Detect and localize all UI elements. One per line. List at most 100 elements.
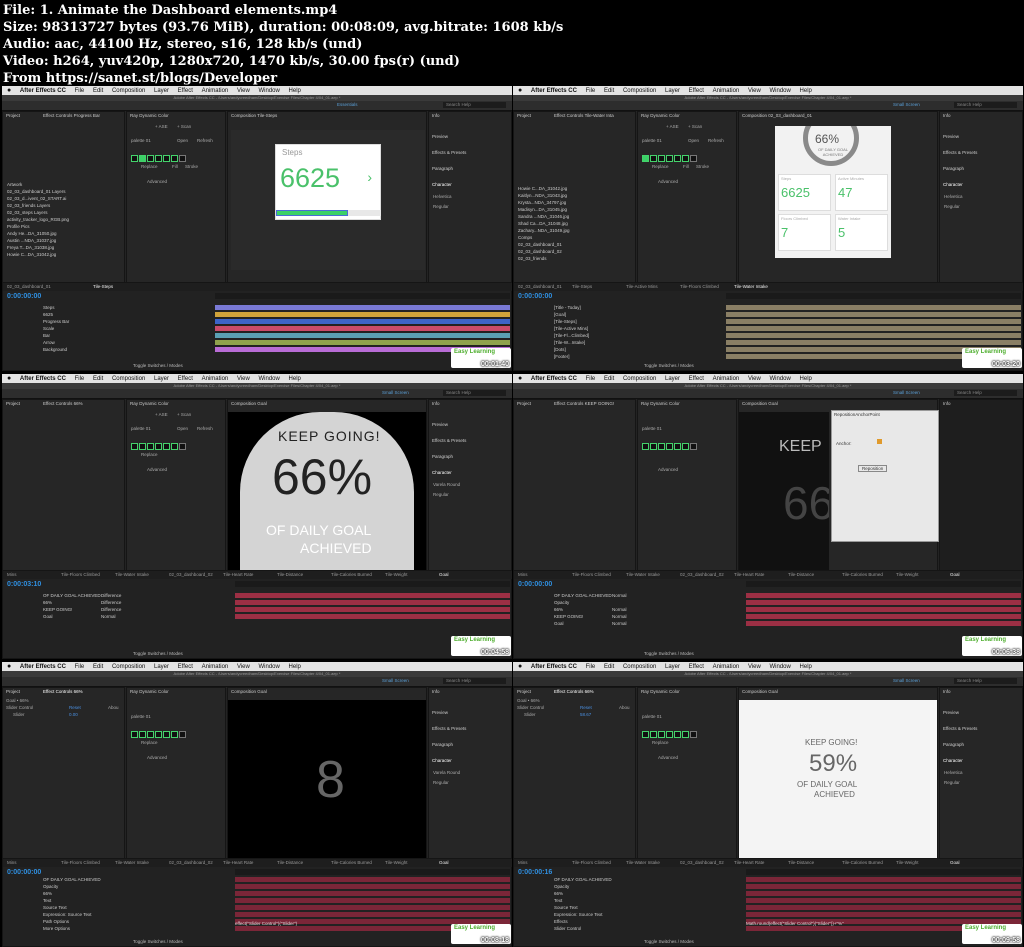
layer-row[interactable]: [Title - Today] (554, 305, 581, 311)
paragraph-tab[interactable]: Paragraph (943, 166, 964, 171)
search-help-input[interactable]: Search Help (954, 678, 1017, 684)
info-tab[interactable]: Info (943, 113, 951, 118)
time-ruler[interactable] (235, 869, 510, 875)
advanced-toggle[interactable]: Advanced (147, 467, 167, 472)
project-tab[interactable]: Project (6, 113, 20, 118)
timeline-tab[interactable]: Mins (518, 860, 528, 865)
timeline-tab[interactable]: Mins (7, 572, 17, 577)
apple-icon[interactable]: ● (518, 86, 522, 95)
timeline-tab[interactable]: 02_03_dashboard_02 (169, 572, 213, 577)
timeline-tab[interactable]: Tile-Weight (896, 572, 919, 577)
blend-mode-select[interactable]: Difference (101, 607, 121, 613)
layer-track[interactable] (746, 607, 1021, 612)
project-item[interactable]: Austin ...NDA_31037.jpg (7, 238, 56, 244)
timeline-tab[interactable]: Tile-Weight (385, 572, 408, 577)
timeline-tab[interactable]: Goal (439, 572, 449, 577)
workspace-small-screen[interactable]: Small Screen (382, 390, 409, 395)
blend-mode-select[interactable]: Difference (101, 593, 121, 599)
info-tab[interactable]: Info (432, 113, 440, 118)
palette-select[interactable]: palette 01 (642, 714, 662, 719)
timeline-timecode[interactable]: 0:00:00:00 (7, 293, 41, 300)
palette-swatches[interactable] (131, 149, 187, 167)
layer-row[interactable]: Expression: Source Text (554, 912, 602, 918)
reposition-button[interactable]: Reposition (858, 465, 888, 472)
layer-row[interactable]: Arrow (43, 340, 55, 346)
search-help-input[interactable]: Search Help (443, 102, 506, 108)
layer-track[interactable] (235, 607, 510, 612)
layer-row[interactable]: [Tile-W...Intake] (554, 340, 585, 346)
apple-icon[interactable]: ● (518, 662, 522, 671)
anchor-grid[interactable] (862, 425, 896, 459)
effects-presets-tab[interactable]: Effects & Presets (943, 726, 977, 731)
layer-row[interactable]: OF DAILY GOAL ACHIEVED (554, 877, 612, 883)
keep-going-text[interactable]: KEEP GOING! (278, 428, 381, 444)
palette-swatches[interactable] (131, 437, 187, 455)
project-tab[interactable]: Project (517, 401, 531, 406)
goal-comp[interactable]: KEEP 66 (739, 412, 829, 570)
fx-about-link[interactable]: Abou (108, 705, 119, 710)
timeline-tab[interactable]: Tile-Water Intake (115, 860, 149, 865)
timeline-tab[interactable]: Tile-Floors Climbed (680, 284, 719, 289)
project-item[interactable]: Howie C...DA_31042.jpg (7, 252, 56, 258)
advanced-toggle[interactable]: Advanced (658, 179, 678, 184)
refresh-button[interactable]: Refresh (708, 138, 724, 143)
project-item[interactable]: Profile Pics (7, 224, 30, 230)
project-item[interactable]: 02_03_dashboard_02 (518, 249, 562, 255)
timeline-tab[interactable]: Tile-Floors Climbed (572, 860, 611, 865)
layer-row[interactable]: Goal (43, 614, 53, 620)
project-item[interactable]: Artwork (7, 182, 22, 188)
font-select[interactable]: Varela Round (433, 770, 460, 775)
advanced-toggle[interactable]: Advanced (658, 467, 678, 472)
layer-row[interactable]: Opacity (554, 600, 569, 606)
layer-track[interactable] (746, 614, 1021, 619)
project-item[interactable]: Freya T...DA_31038.jpg (7, 245, 54, 251)
refresh-button[interactable]: Refresh (197, 138, 213, 143)
blend-mode-select[interactable]: Normal (612, 614, 627, 620)
character-tab[interactable]: Character (432, 470, 452, 475)
ray-panel-tab[interactable]: Ray Dynamic Color (641, 113, 680, 118)
timeline-timecode[interactable]: 0:00:00:00 (7, 869, 41, 876)
timeline-tab[interactable]: 02_03_dashboard_02 (680, 860, 724, 865)
preview-tab[interactable]: Preview (432, 710, 448, 715)
fx-slider-value[interactable]: 58.67 (580, 712, 591, 717)
layer-row[interactable]: [Footer] (554, 354, 570, 360)
ray-panel-tab[interactable]: Ray Dynamic Color (641, 689, 680, 694)
layer-row[interactable]: OF DAILY GOAL ACHIEVED (43, 593, 101, 599)
font-style-select[interactable]: Regular (944, 204, 960, 209)
layer-track[interactable] (726, 333, 1021, 338)
paragraph-tab[interactable]: Paragraph (432, 166, 453, 171)
achieved-text[interactable]: ACHIEVED (814, 790, 855, 799)
layer-row[interactable]: [Tile-Steps] (554, 319, 577, 325)
layer-row[interactable]: 6625 (43, 312, 53, 318)
timeline-tab[interactable]: Goal (950, 572, 960, 577)
paragraph-tab[interactable]: Paragraph (943, 742, 964, 747)
replace-button[interactable]: Replace (141, 164, 158, 169)
layer-row[interactable]: KEEP GOING! (43, 607, 72, 613)
open-button[interactable]: Open (177, 426, 188, 431)
layer-track[interactable] (235, 614, 510, 619)
timeline-tab[interactable]: Tile-Calories Burned (331, 572, 372, 577)
layer-track[interactable] (235, 912, 510, 917)
project-item[interactable]: 02_03_friends (518, 256, 547, 262)
project-item[interactable]: Andy He...DA_31050.jpg (7, 231, 57, 237)
expression-field[interactable]: Math.round(effect("Slider Control")("Sli… (746, 921, 844, 926)
apple-icon[interactable]: ● (518, 374, 522, 383)
timeline-tab[interactable]: Tile-Distance (277, 572, 303, 577)
project-item[interactable]: Zachary...NDA_31049.jpg (518, 228, 569, 234)
floors-tile[interactable]: Floors Climbed 7 (778, 214, 831, 251)
refresh-button[interactable]: Refresh (197, 426, 213, 431)
project-item[interactable]: Comps (518, 235, 532, 241)
layer-track[interactable] (726, 305, 1021, 310)
time-ruler[interactable] (235, 581, 510, 587)
active-minutes-tile[interactable]: Active Minutes 47 (835, 174, 888, 211)
ray-panel-tab[interactable]: Ray Dynamic Color (130, 689, 169, 694)
project-item[interactable]: 02_03_d...ivent_02_START.ai (7, 196, 66, 202)
layer-row[interactable]: [Dots] (554, 347, 566, 353)
percent-text[interactable]: 66% (272, 448, 372, 506)
effect-controls-tab[interactable]: Effect Controls 66% (554, 689, 594, 694)
layer-track[interactable] (726, 319, 1021, 324)
effect-controls-tab[interactable]: Effect Controls Tile-Water Inta (554, 113, 614, 118)
comp-viewer[interactable]: Steps 6625 › (231, 130, 425, 270)
project-tab[interactable]: Project (6, 401, 20, 406)
blend-mode-select[interactable]: Normal (612, 593, 627, 599)
